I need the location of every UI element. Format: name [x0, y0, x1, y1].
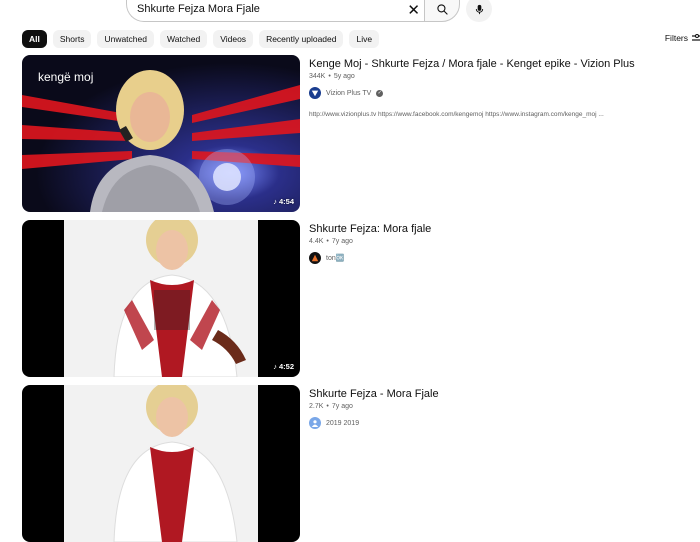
search-button[interactable]: [424, 0, 460, 22]
verified-icon: ✓: [376, 89, 384, 97]
music-note-icon: ♪: [273, 362, 277, 371]
filters-button[interactable]: Filters: [665, 33, 700, 43]
video-description: http://www.vizionplus.tv https://www.fac…: [309, 111, 604, 118]
chip-live[interactable]: Live: [349, 30, 380, 48]
duration-badge: ♪ 4:52: [273, 362, 294, 371]
upload-age: 7y ago: [331, 238, 353, 245]
thumbnail-image: kengë moj: [22, 55, 300, 212]
channel-avatar[interactable]: [309, 417, 321, 429]
video-title[interactable]: Shkurte Fejza - Mora Fjale: [309, 387, 700, 401]
channel-watermark: kengë moj: [38, 70, 93, 84]
chip-shorts[interactable]: Shorts: [52, 30, 92, 48]
video-thumbnail[interactable]: [22, 385, 300, 542]
music-note-icon: ♪: [273, 197, 277, 206]
channel-name[interactable]: Vizion Plus TV: [326, 90, 371, 97]
filters-label: Filters: [664, 33, 688, 43]
channel-name[interactable]: ton🆗: [326, 254, 344, 262]
channel-logo-icon: [311, 254, 319, 262]
channel-row[interactable]: ton🆗: [309, 252, 700, 264]
video-title[interactable]: Shkurte Fejza: Mora fjale: [309, 222, 700, 236]
channel-row[interactable]: Vizion Plus TV ✓: [309, 87, 700, 99]
search-input[interactable]: Shkurte Fejza Mora Fjale ✕: [126, 0, 424, 22]
microphone-icon: [475, 4, 483, 14]
upload-age: 7y ago: [331, 403, 353, 410]
video-thumbnail[interactable]: kengë moj ♪ 4:54: [22, 55, 300, 212]
sliders-icon: [692, 34, 700, 41]
chip-watched[interactable]: Watched: [159, 30, 208, 48]
duration-badge: ♪ 4:54: [273, 197, 294, 206]
view-count: 344K: [309, 73, 326, 80]
video-meta: 344K • 5y ago: [309, 73, 355, 80]
chip-all[interactable]: All: [22, 30, 47, 48]
channel-logo-icon: [311, 90, 319, 97]
thumbnail-image: [22, 385, 300, 542]
video-thumbnail[interactable]: ♪ 4:52: [22, 220, 300, 377]
duration-text: 4:54: [278, 197, 294, 206]
close-icon[interactable]: ✕: [407, 3, 420, 18]
result-item[interactable]: kengë moj ♪ 4:54 Kenge Moj - Shkurte Fej…: [22, 55, 700, 212]
video-title[interactable]: Kenge Moj - Shkurte Fejza / Mora fjale -…: [309, 57, 700, 71]
filter-chips: All Shorts Unwatched Watched Videos Rece…: [22, 30, 380, 48]
thumbnail-image: [22, 220, 300, 377]
user-icon: [311, 420, 319, 427]
search-icon: [436, 3, 448, 15]
channel-name[interactable]: 2019 2019: [326, 420, 359, 427]
upload-age: 5y ago: [333, 73, 355, 80]
view-count: 2.7K: [309, 403, 324, 410]
result-item[interactable]: Shkurte Fejza - Mora Fjale 2.7K • 7y ago …: [22, 385, 700, 542]
voice-search-button[interactable]: [466, 0, 492, 22]
chip-unwatched[interactable]: Unwatched: [97, 30, 154, 48]
chip-videos[interactable]: Videos: [213, 30, 254, 48]
chip-recently-uploaded[interactable]: Recently uploaded: [259, 30, 344, 48]
view-count: 4.4K: [309, 238, 324, 245]
channel-avatar[interactable]: [309, 252, 321, 264]
video-meta: 2.7K • 7y ago: [309, 403, 353, 410]
duration-text: 4:52: [278, 362, 294, 371]
channel-row[interactable]: 2019 2019: [309, 417, 700, 429]
search-query: Shkurte Fejza Mora Fjale: [137, 3, 260, 15]
video-meta: 4.4K • 7y ago: [309, 238, 353, 245]
result-item[interactable]: ♪ 4:52 Shkurte Fejza: Mora fjale 4.4K • 7…: [22, 220, 700, 377]
channel-avatar[interactable]: [309, 87, 321, 99]
